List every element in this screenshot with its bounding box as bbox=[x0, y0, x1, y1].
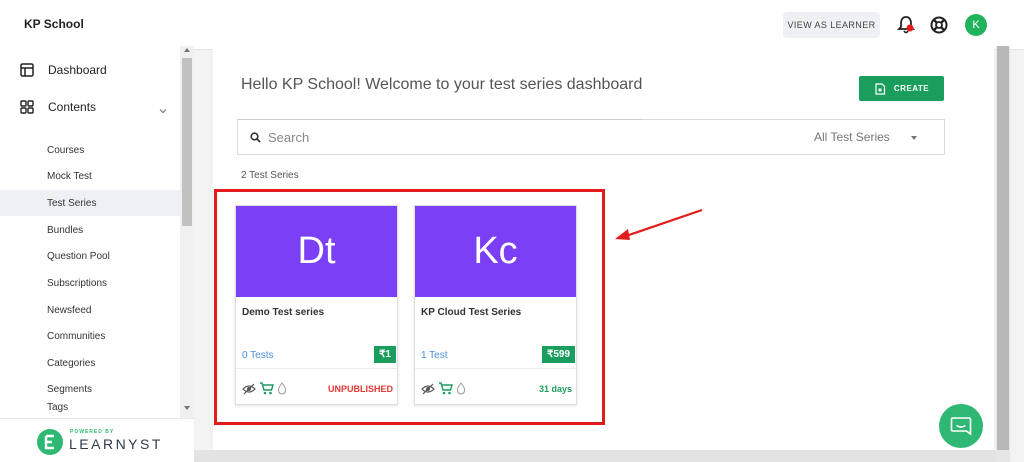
dashboard-icon bbox=[20, 63, 34, 77]
sidebar-item-subscriptions[interactable]: Subscriptions bbox=[0, 270, 180, 296]
sidebar-item-question-pool[interactable]: Question Pool bbox=[0, 243, 180, 269]
search-bar: All Test Series bbox=[237, 119, 945, 155]
sidebar-item-dashboard[interactable]: Dashboard bbox=[20, 60, 107, 80]
bell-icon[interactable] bbox=[897, 15, 915, 35]
sidebar-item-bundles[interactable]: Bundles bbox=[0, 217, 180, 243]
chevron-down-icon[interactable] bbox=[158, 106, 168, 116]
drop-icon[interactable] bbox=[456, 382, 466, 395]
card-test-count[interactable]: 0 Tests bbox=[242, 350, 274, 361]
sidebar-item-segments[interactable]: Segments bbox=[0, 376, 180, 402]
chat-button[interactable] bbox=[939, 404, 983, 448]
card-icon-row bbox=[242, 382, 290, 395]
card-test-count[interactable]: 1 Test bbox=[421, 350, 448, 361]
card-divider bbox=[415, 368, 576, 369]
scroll-up-arrow[interactable] bbox=[184, 48, 190, 52]
scrollbar-thumb[interactable] bbox=[182, 58, 192, 226]
hidden-eye-icon[interactable] bbox=[242, 383, 256, 395]
sidebar-item-label: Dashboard bbox=[48, 63, 107, 77]
publish-status: UNPUBLISHED bbox=[327, 384, 393, 394]
sidebar-item-tags[interactable]: Tags bbox=[0, 402, 180, 418]
search-underline bbox=[238, 119, 642, 120]
scroll-down-arrow[interactable] bbox=[184, 406, 190, 410]
view-as-learner-button[interactable]: VIEW AS LEARNER bbox=[783, 12, 880, 38]
create-button[interactable]: CREATE bbox=[859, 76, 944, 101]
search-input[interactable] bbox=[268, 127, 628, 147]
sidebar-item-test-series[interactable]: Test Series bbox=[0, 190, 180, 216]
card-banner: Kc bbox=[415, 206, 576, 297]
contents-icon bbox=[20, 100, 34, 114]
learnyst-wordmark: LEARNYST bbox=[69, 436, 163, 452]
cart-icon[interactable] bbox=[438, 382, 453, 395]
sidebar-item-communities[interactable]: Communities bbox=[0, 323, 180, 349]
sidebar-item-contents[interactable]: Contents bbox=[20, 97, 96, 117]
sidebar-scrollbar[interactable] bbox=[180, 46, 194, 418]
sidebar-item-label: Contents bbox=[48, 100, 97, 114]
price-badge: ₹599 bbox=[541, 346, 575, 363]
create-button-label: CREATE bbox=[893, 84, 930, 93]
page-title: Hello KP School! Welcome to your test se… bbox=[241, 76, 643, 93]
cart-icon[interactable] bbox=[259, 382, 274, 395]
series-filter-dropdown[interactable]: All Test Series bbox=[814, 130, 890, 144]
brand-name[interactable]: KP School bbox=[24, 17, 84, 31]
sidebar: Dashboard Contents Courses Mock Test Tes… bbox=[0, 46, 194, 462]
drop-icon[interactable] bbox=[277, 382, 287, 395]
sidebar-item-courses[interactable]: Courses bbox=[0, 137, 180, 163]
sidebar-item-categories[interactable]: Categories bbox=[0, 350, 180, 376]
powered-by-text: POWERED BY bbox=[70, 429, 115, 435]
card-banner: Dt bbox=[236, 206, 397, 297]
test-series-card[interactable]: Kc KP Cloud Test Series 1 Test ₹599 31 d… bbox=[414, 205, 577, 405]
create-icon bbox=[875, 82, 885, 95]
price-badge: ₹1 bbox=[374, 346, 396, 363]
learnyst-logo-icon bbox=[37, 429, 63, 455]
chat-icon bbox=[950, 417, 972, 436]
sidebar-item-mock-test[interactable]: Mock Test bbox=[0, 163, 180, 189]
card-title[interactable]: Demo Test series bbox=[242, 307, 324, 318]
card-divider bbox=[236, 368, 397, 369]
chevron-down-icon[interactable] bbox=[911, 136, 917, 140]
card-title[interactable]: KP Cloud Test Series bbox=[421, 307, 521, 318]
series-count: 2 Test Series bbox=[241, 170, 299, 181]
top-bar: KP School VIEW AS LEARNER K bbox=[0, 0, 1024, 50]
arrow-annotation bbox=[615, 208, 703, 240]
search-icon bbox=[250, 132, 261, 143]
scrollbar-thumb[interactable] bbox=[997, 46, 1009, 450]
page-scrollbar[interactable] bbox=[996, 46, 1010, 462]
card-icon-row bbox=[421, 382, 469, 395]
lifebuoy-icon[interactable] bbox=[930, 16, 948, 34]
sidebar-item-newsfeed[interactable]: Newsfeed bbox=[0, 297, 180, 323]
hidden-eye-icon[interactable] bbox=[421, 383, 435, 395]
validity-duration: 31 days bbox=[538, 384, 572, 394]
bottom-strip bbox=[194, 450, 996, 462]
powered-by-learnyst[interactable]: POWERED BY LEARNYST bbox=[0, 418, 194, 462]
avatar[interactable]: K bbox=[965, 14, 987, 36]
test-series-card[interactable]: Dt Demo Test series 0 Tests ₹1 UNPUBLISH… bbox=[235, 205, 398, 405]
